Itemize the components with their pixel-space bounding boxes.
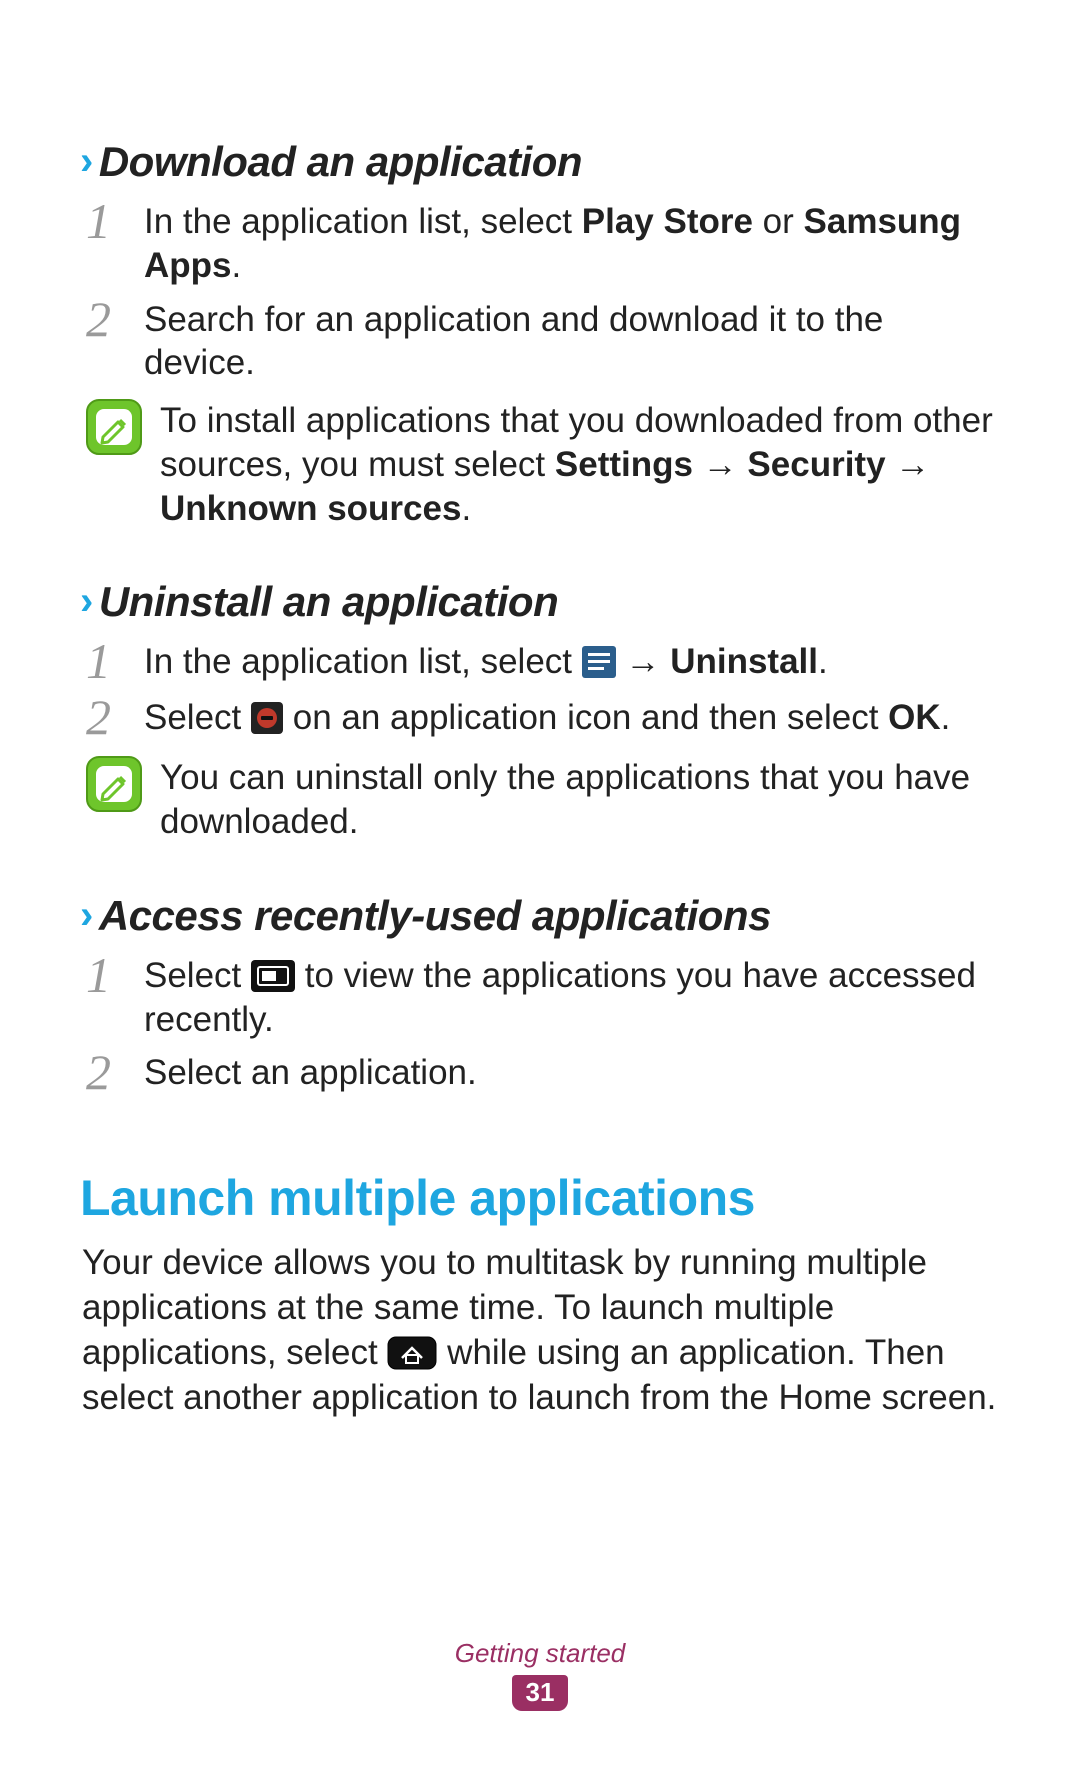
- page-number-badge: 31: [512, 1675, 569, 1711]
- uninstall-step-1: 1 In the application list, select → Unin…: [86, 636, 1000, 686]
- heading-recent-text: Access recently-used applications: [99, 892, 771, 940]
- chevron-icon: ›: [80, 895, 93, 935]
- step-text: In the application list, select → Uninst…: [144, 636, 1000, 684]
- heading-download-text: Download an application: [99, 138, 582, 186]
- step-text: Select to view the applications you have…: [144, 950, 1000, 1042]
- heading-uninstall: › Uninstall an application: [80, 578, 1000, 626]
- footer-section-label: Getting started: [0, 1638, 1080, 1669]
- step-number: 2: [86, 692, 144, 742]
- remove-badge-icon: [251, 702, 283, 734]
- heading-download: › Download an application: [80, 138, 1000, 186]
- menu-icon: [582, 646, 616, 678]
- download-step-1: 1 In the application list, select Play S…: [86, 196, 1000, 288]
- recent-apps-icon: [251, 960, 295, 992]
- chevron-icon: ›: [80, 581, 93, 621]
- launch-body: Your device allows you to multitask by r…: [82, 1241, 1000, 1420]
- recent-step-1: 1 Select to view the applications you ha…: [86, 950, 1000, 1042]
- note-text: You can uninstall only the applications …: [160, 754, 1000, 844]
- note-text: To install applications that you downloa…: [160, 397, 1000, 530]
- heading-uninstall-text: Uninstall an application: [99, 578, 558, 626]
- step-number: 1: [86, 950, 144, 1000]
- heading-launch-multiple: Launch multiple applications: [80, 1169, 1000, 1227]
- step-number: 1: [86, 636, 144, 686]
- uninstall-note: You can uninstall only the applications …: [86, 754, 1000, 844]
- step-number: 2: [86, 1047, 144, 1097]
- step-number: 2: [86, 294, 144, 344]
- step-text: Search for an application and download i…: [144, 294, 1000, 386]
- home-button-icon: [387, 1336, 437, 1370]
- step-text: Select on an application icon and then s…: [144, 692, 1000, 740]
- note-icon: [86, 399, 142, 455]
- step-number: 1: [86, 196, 144, 246]
- chevron-icon: ›: [80, 141, 93, 181]
- download-step-2: 2 Search for an application and download…: [86, 294, 1000, 386]
- step-text: Select an application.: [144, 1047, 1000, 1095]
- heading-recent: › Access recently-used applications: [80, 892, 1000, 940]
- step-text: In the application list, select Play Sto…: [144, 196, 1000, 288]
- download-note: To install applications that you downloa…: [86, 397, 1000, 530]
- recent-step-2: 2 Select an application.: [86, 1047, 1000, 1097]
- page-footer: Getting started 31: [0, 1638, 1080, 1711]
- note-icon: [86, 756, 142, 812]
- uninstall-step-2: 2 Select on an application icon and then…: [86, 692, 1000, 742]
